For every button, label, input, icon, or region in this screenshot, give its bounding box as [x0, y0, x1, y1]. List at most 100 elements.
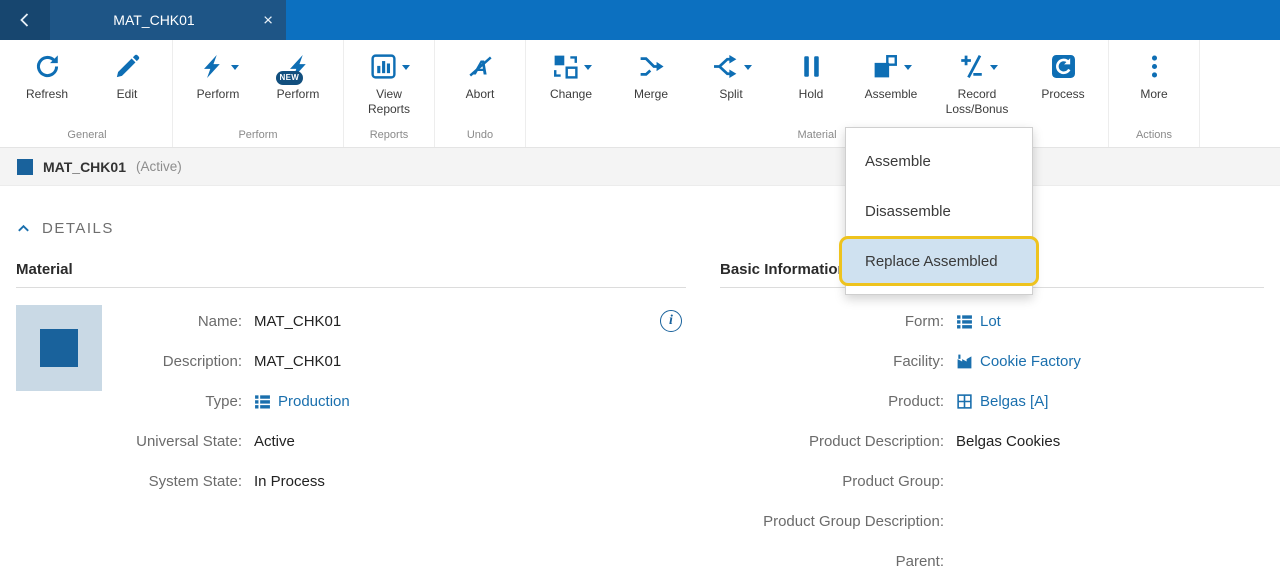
type-production-link[interactable]: Production: [278, 393, 350, 410]
button-label: Assemble: [864, 87, 918, 101]
ribbon-group-label: General: [67, 129, 107, 141]
chevron-left-icon: [20, 13, 29, 27]
field-row-product-group: Product Group:: [720, 461, 1264, 501]
product-icon: [957, 393, 972, 409]
chevron-down-icon: [230, 65, 239, 70]
assemble-icon: [874, 54, 897, 77]
details-section-toggle[interactable]: DETAILS: [16, 220, 146, 237]
field-row-product: Product: Belgas [A]: [720, 381, 1264, 421]
merge-button[interactable]: Merge: [611, 50, 691, 102]
field-label: Parent:: [895, 552, 944, 570]
abort-button[interactable]: A Abort: [440, 50, 520, 102]
field-value: MAT_CHK01: [254, 312, 342, 330]
facility-link[interactable]: Cookie Factory: [980, 353, 1081, 370]
button-label: Perform: [276, 87, 320, 101]
button-label: View Reports: [367, 87, 411, 116]
basic-information-panel: Basic Information Form: Lot Facility: Co…: [720, 261, 1264, 579]
tab-mat-chk01[interactable]: MAT_CHK01 ×: [50, 0, 286, 40]
process-icon: [1051, 54, 1075, 78]
field-row-universal-state: Universal State: Active: [102, 421, 686, 461]
refresh-icon: [36, 54, 58, 77]
titlebar: MAT_CHK01 ×: [0, 0, 1280, 40]
field-label: Form:: [904, 312, 944, 330]
merge-icon: [640, 56, 664, 76]
more-button[interactable]: More: [1114, 50, 1194, 102]
field-row-type: Type: Production: [102, 381, 686, 421]
change-button[interactable]: Change: [531, 50, 611, 102]
material-image: [16, 305, 102, 391]
app-window: MAT_CHK01 × Refresh Edit General Perform…: [0, 0, 1280, 579]
field-row-facility: Facility: Cookie Factory: [720, 341, 1264, 381]
button-label: Perform: [196, 87, 240, 101]
perform-button[interactable]: Perform: [178, 50, 258, 102]
chevron-down-icon: [903, 65, 912, 70]
material-panel-title: Material: [16, 261, 686, 288]
button-label: Edit: [116, 87, 138, 101]
field-label: Product Description:: [808, 432, 944, 450]
button-label: Record Loss/Bonus: [945, 87, 1009, 116]
back-button[interactable]: [0, 0, 50, 40]
perform-new-button[interactable]: NEW Perform: [258, 50, 338, 102]
field-label: Type:: [205, 392, 242, 410]
field-row-product-group-description: Product Group Description:: [720, 501, 1264, 541]
menu-item-assemble[interactable]: Assemble: [846, 136, 1032, 186]
form-lot-link[interactable]: Lot: [980, 313, 1001, 330]
edit-button[interactable]: Edit: [87, 50, 167, 102]
field-label: Description:: [162, 352, 242, 370]
field-row-form: Form: Lot: [720, 301, 1264, 341]
chevron-down-icon: [401, 65, 410, 70]
field-label: Product:: [888, 392, 944, 410]
list-icon: [957, 314, 972, 329]
pause-icon: [803, 55, 819, 77]
tab-bar: MAT_CHK01 ×: [0, 0, 286, 40]
field-value: MAT_CHK01: [254, 352, 342, 370]
hold-button[interactable]: Hold: [771, 50, 851, 102]
field-value: Active: [254, 432, 295, 450]
ribbon-toolbar: Refresh Edit General Perform NEW Perform: [0, 40, 1280, 148]
ribbon-group-label: Actions: [1135, 129, 1173, 141]
material-image-square: [40, 329, 78, 367]
field-row-product-description: Product Description: Belgas Cookies: [720, 421, 1264, 461]
change-icon: [553, 55, 578, 79]
info-icon[interactable]: i: [660, 310, 682, 332]
record-loss-bonus-button[interactable]: Record Loss/Bonus: [931, 50, 1023, 117]
chevron-down-icon: [743, 65, 752, 70]
ellipsis-vertical-icon: [1151, 55, 1157, 77]
refresh-button[interactable]: Refresh: [7, 50, 87, 102]
chevron-down-icon: [989, 65, 998, 70]
process-button[interactable]: Process: [1023, 50, 1103, 102]
bar-chart-icon: [370, 53, 396, 79]
button-label: Refresh: [25, 87, 69, 101]
field-label: Universal State:: [136, 432, 242, 450]
product-link[interactable]: Belgas [A]: [980, 393, 1048, 410]
chevron-down-icon: [583, 65, 592, 70]
field-row-name: Name: MAT_CHK01 i: [102, 301, 686, 341]
button-label: Hold: [798, 87, 824, 101]
assemble-button[interactable]: Assemble: [851, 50, 931, 102]
entity-state: (Active): [135, 159, 182, 174]
factory-icon: [957, 354, 972, 368]
ribbon-group-label: Perform: [238, 129, 278, 141]
field-label: Name:: [197, 312, 242, 330]
field-label: System State:: [148, 472, 242, 490]
ribbon-group-general: Refresh Edit General: [2, 40, 172, 147]
chevron-up-icon: [18, 224, 29, 232]
field-value: In Process: [254, 472, 325, 490]
ribbon-group-reports: View Reports Reports: [343, 40, 434, 147]
pencil-icon: [116, 54, 139, 77]
split-button[interactable]: Split: [691, 50, 771, 102]
titlebar-spacer: [286, 0, 1280, 40]
ribbon-group-perform: Perform NEW Perform Perform: [172, 40, 343, 147]
field-label: Product Group:: [842, 472, 944, 490]
assemble-dropdown-menu: Assemble Disassemble Replace Assembled: [839, 127, 1039, 295]
menu-item-disassemble[interactable]: Disassemble: [846, 186, 1032, 236]
ribbon-group-undo: A Abort Undo: [434, 40, 525, 147]
new-badge: NEW: [275, 71, 304, 85]
view-reports-button[interactable]: View Reports: [349, 50, 429, 117]
close-icon[interactable]: ×: [263, 12, 273, 29]
menu-item-replace-assembled[interactable]: Replace Assembled: [839, 236, 1039, 286]
button-label: Abort: [465, 87, 495, 101]
field-row-system-state: System State: In Process: [102, 461, 686, 501]
ribbon-group-actions: More Actions: [1108, 40, 1200, 147]
field-label: Product Group Description:: [763, 512, 944, 530]
